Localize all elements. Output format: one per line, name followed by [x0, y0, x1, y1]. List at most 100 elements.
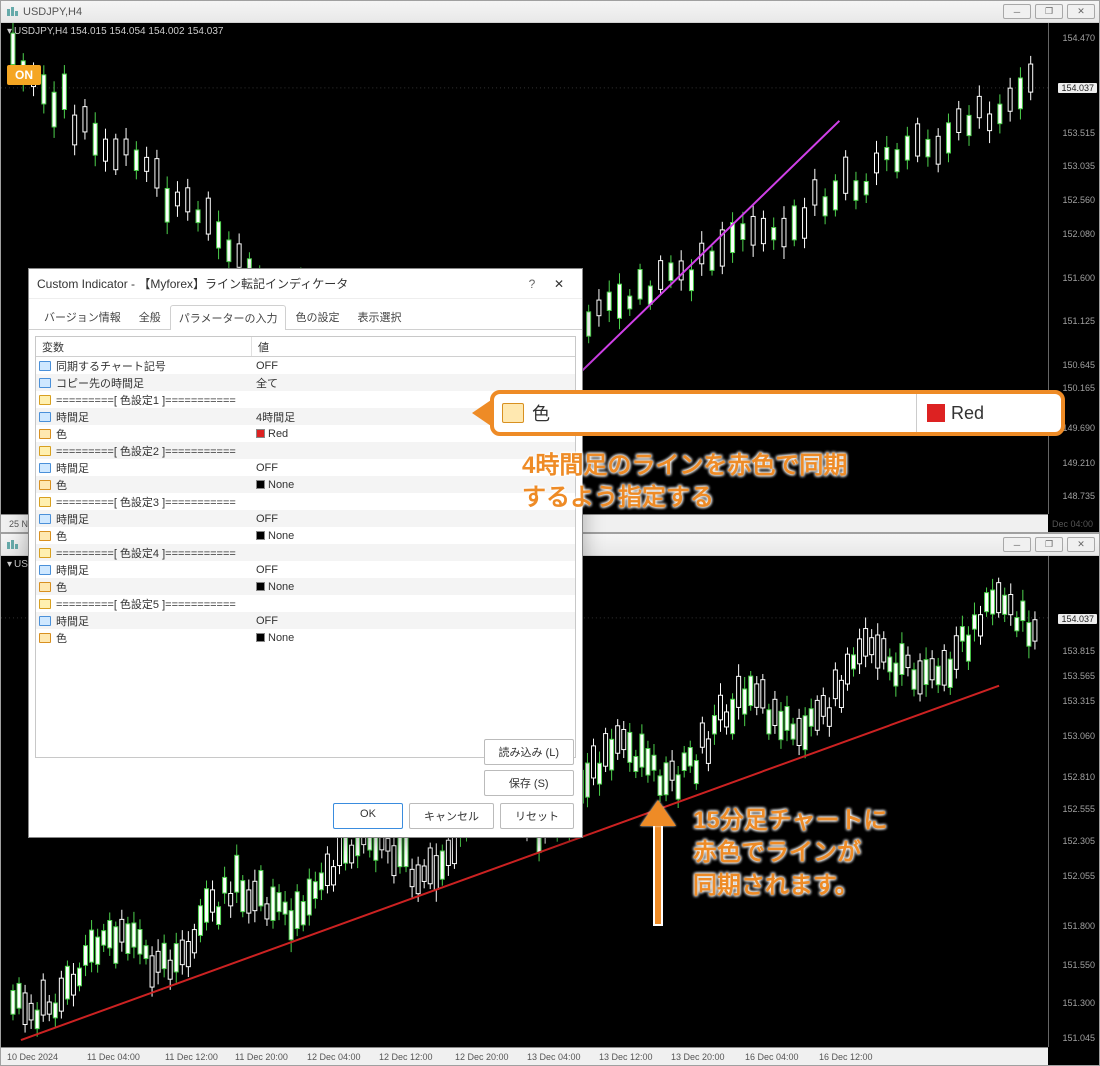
- ab-icon: [39, 395, 51, 405]
- tab-3[interactable]: 色の設定: [286, 304, 348, 329]
- price-label: 153.035: [1062, 161, 1095, 171]
- param-value[interactable]: OFF: [252, 612, 575, 629]
- help-button[interactable]: ?: [520, 277, 544, 291]
- param-value[interactable]: [252, 595, 575, 612]
- annotation-2: 15分足チャートに 赤色でラインが 同期されます。: [693, 805, 1073, 902]
- time-label: 13 Dec 12:00: [599, 1052, 653, 1062]
- price-scale-m15: 154.037153.815153.565153.315153.060152.8…: [1048, 556, 1099, 1047]
- cancel-button[interactable]: キャンセル: [409, 803, 494, 829]
- callout-arrow-icon: [472, 398, 494, 428]
- time-label: 12 Dec 20:00: [455, 1052, 509, 1062]
- param-value[interactable]: None: [252, 578, 575, 595]
- header-value: 値: [252, 337, 575, 356]
- indicator-on-badge[interactable]: ON: [7, 65, 41, 85]
- param-row[interactable]: 同期するチャート記号OFF: [36, 357, 575, 374]
- param-name: 色: [54, 476, 252, 493]
- dialog-title: Custom Indicator - 【Myforex】ライン転記インディケータ: [37, 275, 520, 292]
- tab-4[interactable]: 表示選択: [348, 304, 410, 329]
- close-button[interactable]: ✕: [1067, 4, 1095, 19]
- tab-2[interactable]: パラメーターの入力: [170, 305, 287, 330]
- param-name: 時間足: [54, 510, 252, 527]
- param-row[interactable]: 時間足OFF: [36, 612, 575, 629]
- param-name: 時間足: [54, 612, 252, 629]
- price-label: 151.045: [1062, 1033, 1095, 1043]
- table-header: 変数 値: [36, 337, 575, 357]
- param-row[interactable]: =========[ 色設定2 ]===========: [36, 442, 575, 459]
- param-row[interactable]: 時間足OFF: [36, 459, 575, 476]
- tab-0[interactable]: バージョン情報: [35, 304, 130, 329]
- close-icon[interactable]: ✕: [544, 273, 574, 295]
- param-row[interactable]: =========[ 色設定4 ]===========: [36, 544, 575, 561]
- maximize-button[interactable]: ❐: [1035, 4, 1063, 19]
- param-value[interactable]: OFF: [252, 357, 575, 374]
- param-value[interactable]: None: [252, 527, 575, 544]
- se-icon: [39, 361, 51, 371]
- param-value[interactable]: None: [252, 629, 575, 646]
- param-row[interactable]: 時間足OFF: [36, 510, 575, 527]
- app-icon: [5, 538, 19, 552]
- window-controls: ─ ❐ ✕: [1003, 4, 1095, 19]
- se-icon: [39, 565, 51, 575]
- time-label: Dec 04:00: [1052, 519, 1093, 529]
- load-button[interactable]: 読み込み (L): [484, 739, 575, 765]
- save-button[interactable]: 保存 (S): [484, 770, 575, 796]
- param-name: 色: [54, 578, 252, 595]
- dialog-titlebar[interactable]: Custom Indicator - 【Myforex】ライン転記インディケータ…: [29, 269, 582, 299]
- price-label: 154.037: [1058, 83, 1097, 93]
- color-swatch-icon: [256, 480, 265, 489]
- maximize-button[interactable]: ❐: [1035, 537, 1063, 552]
- time-label: 11 Dec 04:00: [87, 1052, 140, 1062]
- param-value[interactable]: [252, 544, 575, 561]
- time-label: 12 Dec 04:00: [307, 1052, 361, 1062]
- se-icon: [39, 412, 51, 422]
- color-swatch-icon: [256, 531, 265, 540]
- param-row[interactable]: =========[ 色設定3 ]===========: [36, 493, 575, 510]
- minimize-button[interactable]: ─: [1003, 4, 1031, 19]
- param-value[interactable]: OFF: [252, 561, 575, 578]
- param-row[interactable]: 時間足OFF: [36, 561, 575, 578]
- price-label: 153.565: [1062, 671, 1095, 681]
- callout-color-field: 色 Red: [490, 390, 1065, 436]
- param-name: 時間足: [54, 408, 252, 425]
- tab-1[interactable]: 全般: [130, 304, 170, 329]
- ok-button[interactable]: OK: [333, 803, 403, 829]
- param-row[interactable]: 色None: [36, 527, 575, 544]
- annotation-1: 4時間足のラインを赤色で同期 するよう指定する: [522, 450, 1072, 515]
- color-swatch-icon: [256, 582, 265, 591]
- se-icon: [39, 514, 51, 524]
- price-label: 151.550: [1062, 960, 1095, 970]
- minimize-button[interactable]: ─: [1003, 537, 1031, 552]
- price-label: 153.815: [1062, 646, 1095, 656]
- dialog-tabs: バージョン情報全般パラメーターの入力色の設定表示選択: [29, 299, 582, 330]
- time-label: 10 Dec 2024: [7, 1052, 58, 1062]
- reset-button[interactable]: リセット: [500, 803, 574, 829]
- param-name: 同期するチャート記号: [54, 357, 252, 374]
- titlebar-top[interactable]: USDJPY,H4 ─ ❐ ✕: [1, 1, 1099, 23]
- time-label: 12 Dec 12:00: [379, 1052, 433, 1062]
- param-row[interactable]: 色None: [36, 476, 575, 493]
- price-label: 150.645: [1062, 360, 1095, 370]
- price-label: 151.300: [1062, 998, 1095, 1008]
- price-label: 152.810: [1062, 772, 1095, 782]
- param-row[interactable]: コピー先の時間足全て: [36, 374, 575, 391]
- indicator-dialog: Custom Indicator - 【Myforex】ライン転記インディケータ…: [28, 268, 583, 838]
- time-label: 11 Dec 20:00: [235, 1052, 288, 1062]
- param-row[interactable]: =========[ 色設定5 ]===========: [36, 595, 575, 612]
- col-icon: [39, 531, 51, 541]
- time-label: 16 Dec 04:00: [745, 1052, 799, 1062]
- close-button[interactable]: ✕: [1067, 537, 1095, 552]
- param-row[interactable]: 色None: [36, 629, 575, 646]
- window-title: USDJPY,H4: [23, 6, 1003, 18]
- param-name: 時間足: [54, 459, 252, 476]
- color-swatch-icon: [256, 429, 265, 438]
- price-label: 150.165: [1062, 383, 1095, 393]
- callout-field-label: 色: [532, 400, 916, 426]
- price-scale-h4: 154.470154.037153.515153.035152.560152.0…: [1048, 23, 1099, 514]
- param-row[interactable]: 色None: [36, 578, 575, 595]
- price-label: 154.037: [1058, 614, 1097, 624]
- col-icon: [39, 480, 51, 490]
- param-value[interactable]: 全て: [252, 374, 575, 391]
- red-swatch-icon: [927, 404, 945, 422]
- dialog-side-buttons: 読み込み (L) 保存 (S): [484, 739, 575, 796]
- price-label: 151.800: [1062, 921, 1095, 931]
